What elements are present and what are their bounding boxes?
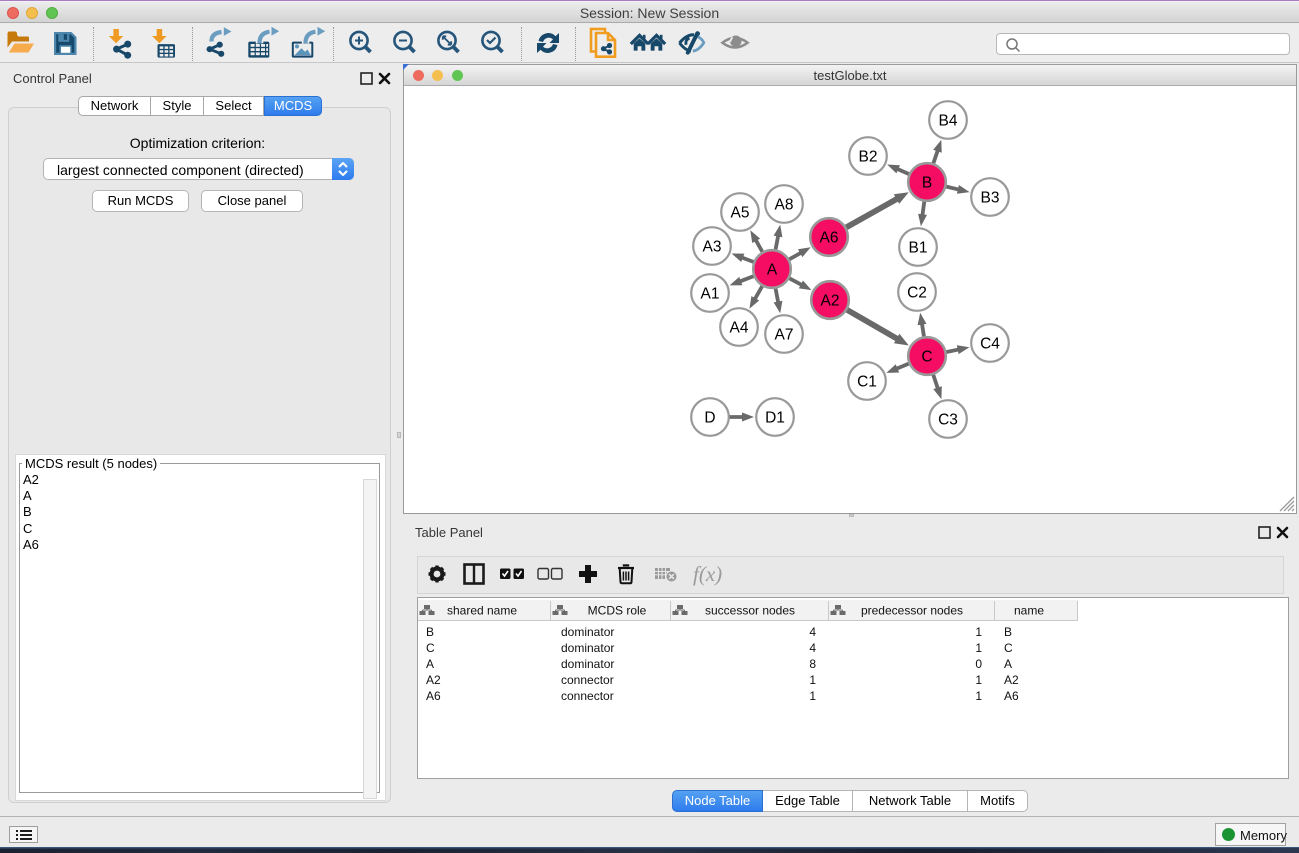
svg-text:B1: B1 bbox=[909, 240, 928, 257]
svg-text:B3: B3 bbox=[981, 190, 1000, 207]
svg-text:D1: D1 bbox=[765, 410, 785, 427]
svg-text:A5: A5 bbox=[731, 205, 750, 222]
svg-text:A2: A2 bbox=[821, 293, 840, 310]
svg-text:A3: A3 bbox=[703, 239, 722, 256]
svg-text:A7: A7 bbox=[775, 327, 794, 344]
svg-text:name: name bbox=[1014, 604, 1044, 618]
svg-text:B: B bbox=[426, 625, 434, 639]
svg-text:A2: A2 bbox=[1004, 673, 1019, 687]
svg-text:successor nodes: successor nodes bbox=[705, 604, 795, 618]
svg-text:A: A bbox=[426, 657, 434, 671]
svg-text:4: 4 bbox=[809, 641, 816, 655]
svg-text:B2: B2 bbox=[859, 149, 878, 166]
svg-text:8: 8 bbox=[809, 657, 816, 671]
svg-text:C4: C4 bbox=[980, 336, 1000, 353]
svg-text:C1: C1 bbox=[857, 374, 877, 391]
svg-text:C: C bbox=[921, 349, 932, 366]
svg-text:D: D bbox=[704, 410, 715, 427]
svg-text:f(x): f(x) bbox=[693, 562, 722, 586]
svg-text:C: C bbox=[1004, 641, 1013, 655]
svg-text:1: 1 bbox=[809, 689, 816, 703]
svg-text:1: 1 bbox=[809, 673, 816, 687]
svg-text:4: 4 bbox=[809, 625, 816, 639]
svg-text:C2: C2 bbox=[907, 285, 927, 302]
svg-text:dominator: dominator bbox=[561, 657, 614, 671]
svg-text:predecessor nodes: predecessor nodes bbox=[861, 604, 963, 618]
svg-text:1: 1 bbox=[975, 689, 982, 703]
svg-text:0: 0 bbox=[975, 657, 982, 671]
svg-text:connector: connector bbox=[561, 673, 614, 687]
svg-text:1: 1 bbox=[975, 625, 982, 639]
svg-text:A6: A6 bbox=[820, 230, 839, 247]
svg-text:dominator: dominator bbox=[561, 641, 614, 655]
svg-text:C: C bbox=[426, 641, 435, 655]
svg-text:A8: A8 bbox=[775, 197, 794, 214]
svg-text:A: A bbox=[767, 262, 778, 279]
svg-text:A2: A2 bbox=[426, 673, 441, 687]
svg-text:A: A bbox=[1004, 657, 1012, 671]
svg-text:dominator: dominator bbox=[561, 625, 614, 639]
svg-text:1: 1 bbox=[975, 673, 982, 687]
svg-text:B: B bbox=[1004, 625, 1012, 639]
svg-text:B: B bbox=[922, 175, 932, 192]
svg-text:A6: A6 bbox=[426, 689, 441, 703]
svg-text:shared name: shared name bbox=[447, 604, 517, 618]
svg-text:MCDS role: MCDS role bbox=[588, 604, 647, 618]
svg-text:C3: C3 bbox=[938, 412, 958, 429]
svg-text:1: 1 bbox=[975, 641, 982, 655]
svg-text:A1: A1 bbox=[701, 286, 720, 303]
svg-text:connector: connector bbox=[561, 689, 614, 703]
svg-text:A4: A4 bbox=[730, 320, 749, 337]
svg-text:A6: A6 bbox=[1004, 689, 1019, 703]
svg-text:B4: B4 bbox=[939, 113, 958, 130]
